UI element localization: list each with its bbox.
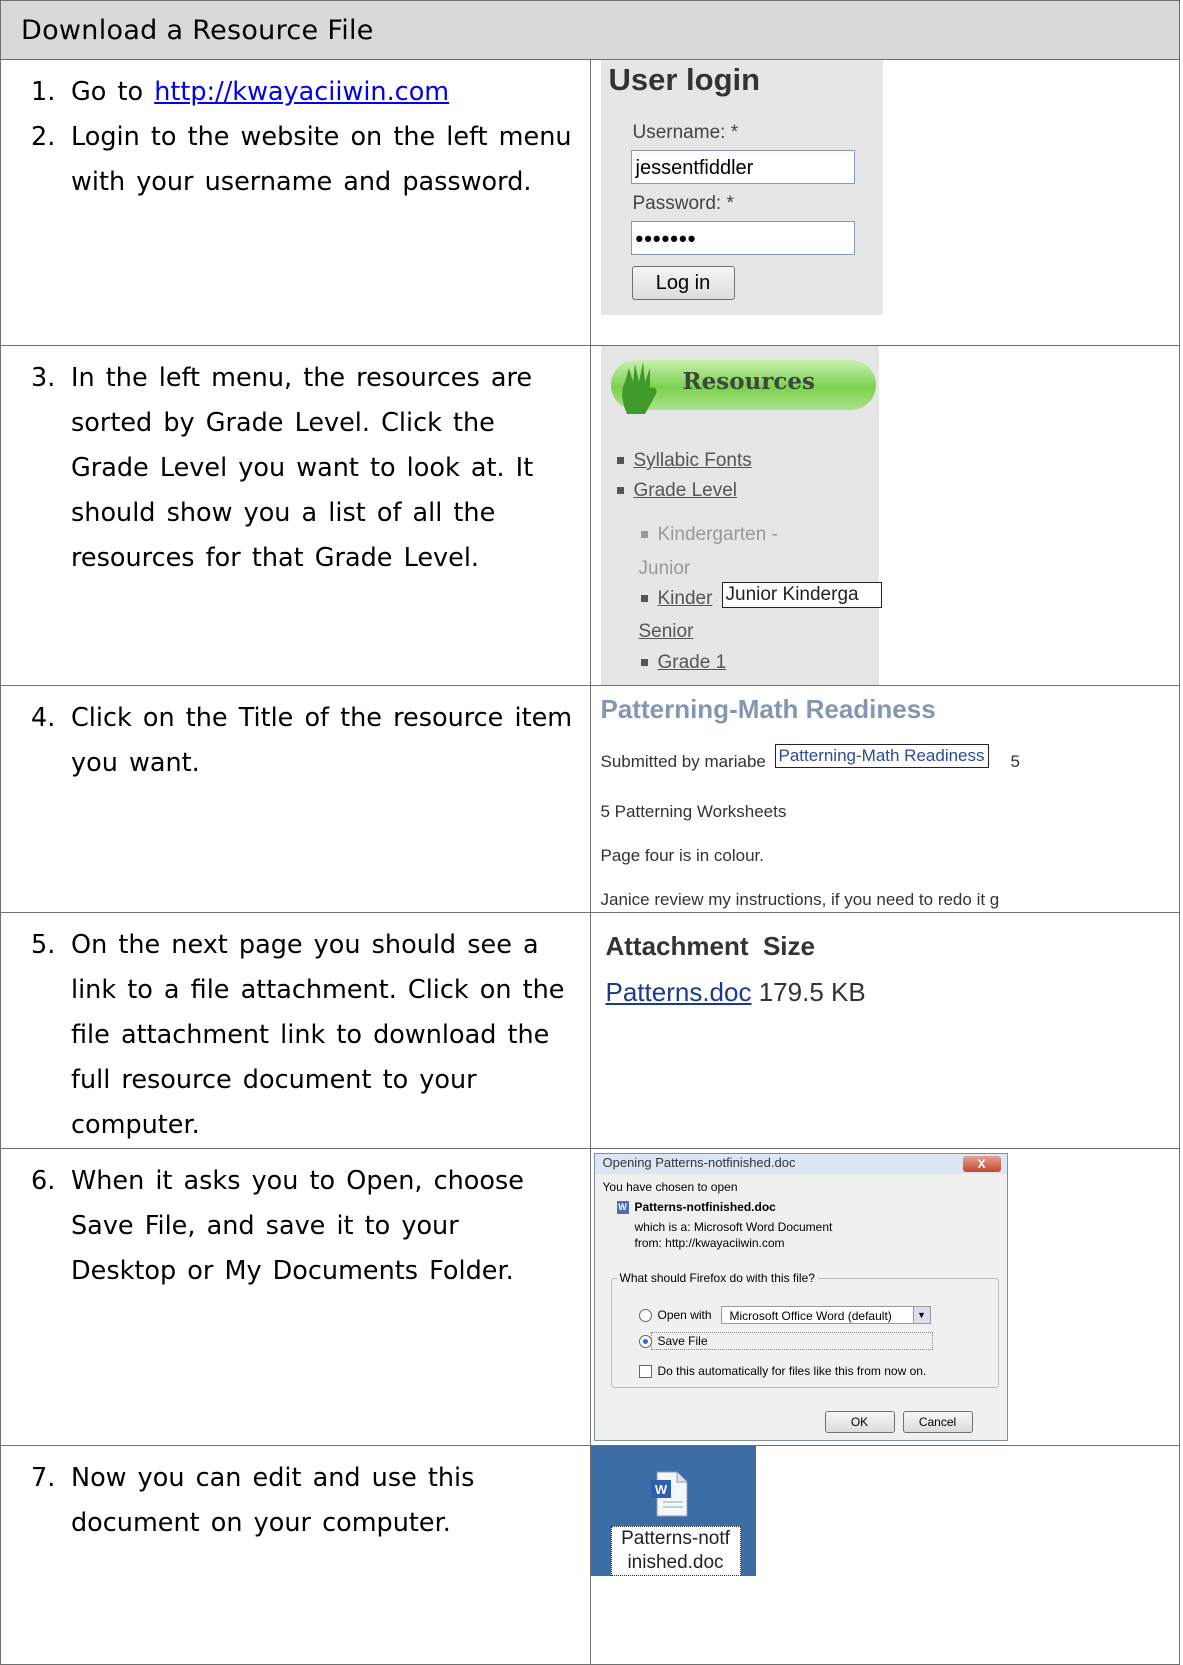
step-cell: 5. On the next page you should see a lin…	[0, 912, 591, 1149]
screenshot-cell: Patterning-Math Readiness Submitted by m…	[589, 685, 1180, 913]
step-4: 4. Click on the Title of the resource it…	[1, 686, 590, 786]
step-cell: 1. Go to http://kwayaciiwin.com 2. Login…	[0, 59, 591, 346]
attachment-header: Attachment Size	[605, 931, 816, 961]
kindergarten-senior-cont: Senior	[638, 621, 694, 642]
step-text: Login to the website on the left menu wi…	[71, 122, 572, 197]
title-tooltip: Patterning-Math Readiness	[774, 744, 989, 768]
step-number: 2.	[31, 122, 56, 152]
resource-link-grade-1[interactable]: Grade 1	[640, 652, 726, 674]
dialog-chosen: You have chosen to open	[602, 1180, 738, 1194]
dialog-question: What should Firefox do with this file?	[616, 1271, 818, 1285]
step-number: 1.	[31, 77, 56, 107]
step-cell: 7. Now you can edit and use this documen…	[0, 1445, 591, 1665]
resource-link-syllabic-fonts[interactable]: Syllabic Fonts	[616, 450, 752, 472]
step-text: Click on the Title of the resource item …	[71, 703, 573, 778]
dialog-filename: W Patterns-notfinished.doc	[616, 1200, 776, 1215]
resource-desc-3: Janice review my instructions, if you ne…	[600, 890, 1000, 909]
step-number: 4.	[31, 703, 56, 733]
attachment-row: Patterns.doc 179.5 KB	[606, 977, 866, 1008]
step-text: On the next page you should see a link t…	[71, 930, 565, 1140]
username-label: Username: *	[632, 122, 739, 143]
open-with-radio[interactable]: Open with	[638, 1308, 712, 1323]
instructions-table: Download a Resource File 1. Go to http:/…	[0, 0, 1180, 1665]
step-cell: 6. When it asks you to Open, choose Save…	[0, 1148, 591, 1446]
step-number: 3.	[31, 363, 56, 393]
screenshot-cell: Resources Syllabic Fonts Grade Level Kin…	[589, 345, 1180, 686]
step-cell: 4. Click on the Title of the resource it…	[0, 685, 591, 913]
step-3: 3. In the left menu, the resources are s…	[1, 346, 590, 581]
attachment-size: 179.5 KB	[758, 977, 866, 1007]
step-number: 7.	[31, 1463, 56, 1493]
auto-checkbox[interactable]: Do this automatically for files like thi…	[638, 1364, 926, 1379]
dialog-titlebar: Opening Patterns-notfinished.doc	[594, 1154, 1007, 1174]
word-doc-icon: W	[616, 1201, 629, 1215]
resource-link-grade-level[interactable]: Grade Level	[616, 480, 737, 502]
submitted-by: Submitted by mariabe	[600, 752, 766, 771]
step-2: 2. Login to the website on the left menu…	[1, 115, 590, 205]
screenshot-cell: W Patterns-notf inished.doc	[589, 1445, 1180, 1665]
step-text: Now you can edit and use this document o…	[71, 1463, 475, 1538]
step-7: 7. Now you can edit and use this documen…	[1, 1446, 590, 1546]
download-dialog: Opening Patterns-notfinished.doc X You h…	[593, 1153, 1008, 1441]
submitted-tail: 5	[1010, 752, 1020, 771]
dialog-from: from: http://kwayaciiwin.com	[634, 1236, 785, 1250]
password-field[interactable]: •••••••	[630, 221, 855, 255]
resource-title-link[interactable]: Patterning-Math Readiness	[601, 694, 936, 725]
cancel-button[interactable]: Cancel	[902, 1411, 973, 1433]
resource-link-kindergarten-junior[interactable]: Kindergarten -	[640, 524, 778, 546]
close-icon[interactable]: X	[962, 1156, 1001, 1172]
app-select[interactable]: Microsoft Office Word (default) ▼	[720, 1306, 931, 1324]
svg-text:W: W	[654, 1482, 667, 1497]
chevron-down-icon: ▼	[912, 1307, 930, 1323]
resource-desc-1: 5 Patterning Worksheets	[600, 802, 787, 821]
screenshot-cell: User login Username: * jessentfiddler Pa…	[589, 59, 1180, 346]
kindergarten-junior-cont: Junior	[638, 558, 691, 579]
step-cell: 3. In the left menu, the resources are s…	[0, 345, 591, 686]
login-panel: User login Username: * jessentfiddler Pa…	[600, 60, 883, 315]
resources-panel: Resources Syllabic Fonts Grade Level Kin…	[600, 346, 882, 685]
attachment-link[interactable]: Patterns.doc	[606, 977, 752, 1007]
step-text: When it asks you to Open, choose Save Fi…	[71, 1166, 524, 1286]
word-document-icon[interactable]: W	[649, 1470, 689, 1518]
desktop-area: W Patterns-notf inished.doc	[590, 1446, 756, 1576]
step-1: 1. Go to http://kwayaciiwin.com	[1, 60, 590, 115]
resource-desc-2: Page four is in colour.	[600, 846, 764, 865]
tooltip: Junior Kinderga	[721, 582, 882, 608]
screenshot-cell: Attachment Size Patterns.doc 179.5 KB	[589, 912, 1180, 1149]
dialog-type: which is a: Microsoft Word Document	[634, 1220, 833, 1234]
step-6: 6. When it asks you to Open, choose Save…	[1, 1149, 590, 1294]
step-number: 6.	[31, 1166, 56, 1196]
desktop-file-label[interactable]: Patterns-notf inished.doc	[610, 1526, 741, 1576]
login-button[interactable]: Log in	[631, 266, 735, 300]
hand-icon	[621, 362, 657, 414]
step-text: In the left menu, the resources are sort…	[71, 363, 534, 573]
resources-banner: Resources	[610, 360, 876, 414]
resources-title: Resources	[682, 368, 815, 395]
ok-button[interactable]: OK	[824, 1411, 895, 1433]
save-file-radio[interactable]: Save File	[638, 1334, 708, 1349]
password-label: Password: *	[632, 193, 734, 214]
step-number: 5.	[31, 930, 56, 960]
step-text: Go to	[71, 77, 155, 107]
screenshot-cell: Opening Patterns-notfinished.doc X You h…	[589, 1148, 1180, 1446]
table-header: Download a Resource File	[0, 0, 1180, 60]
step-5: 5. On the next page you should see a lin…	[1, 913, 590, 1148]
username-field[interactable]: jessentfiddler	[630, 150, 855, 184]
resource-link-kindergarten-senior[interactable]: Kinder	[640, 588, 712, 610]
site-link[interactable]: http://kwayaciiwin.com	[154, 77, 449, 107]
login-title: User login	[608, 62, 761, 97]
